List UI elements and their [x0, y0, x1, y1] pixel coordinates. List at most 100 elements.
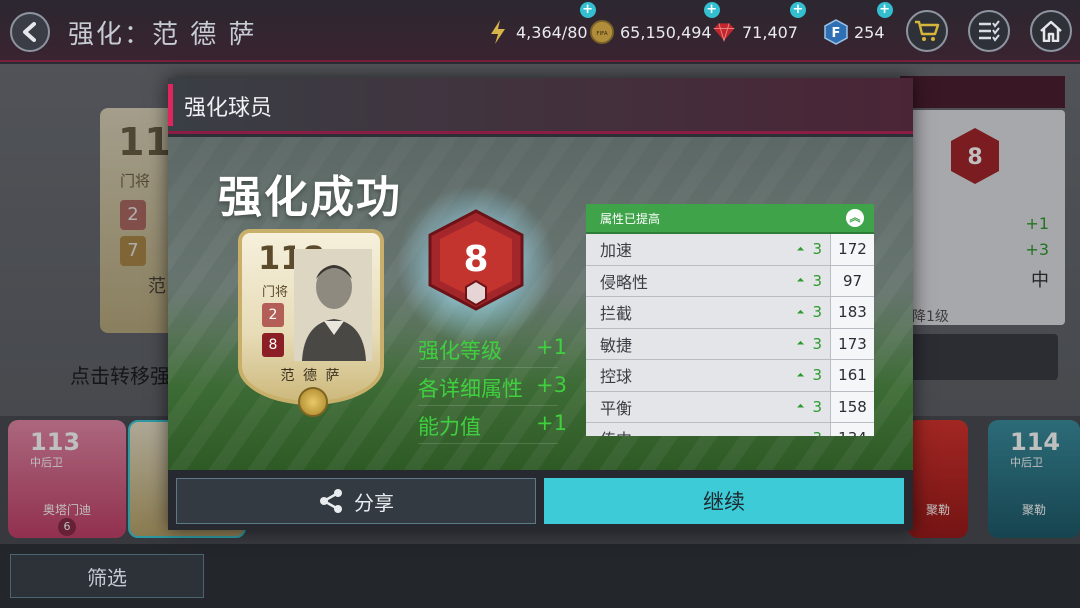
stat-label: 敏捷: [600, 335, 633, 355]
improved-stats-table[interactable]: 属性已提高 ︽ 加速 ⏶ 3 172 侵略性 ⏶ 3 97 拦截 ⏶ 3 183 敏捷 ⏶ 3 173 控球 ⏶ 3…: [586, 204, 874, 436]
stat-total: 172: [830, 234, 874, 265]
add-gems-button[interactable]: +: [789, 2, 806, 18]
svg-text:FIFA: FIFA: [596, 31, 607, 37]
stat-label: 拦截: [600, 304, 633, 324]
upgrade-label: 强化等级: [418, 339, 502, 363]
collapse-chevron-icon[interactable]: ︽: [846, 209, 864, 227]
fifa-points-icon: F: [824, 19, 848, 45]
upgrade-modal: 强化球员 强化成功 118 门将 2 8 范 德 萨 8 强化等级 +1 各详细…: [168, 78, 913, 530]
divider: [418, 405, 558, 406]
stat-increase-value: 3: [812, 240, 822, 259]
player-position: 门将: [262, 285, 289, 300]
stat-increase: ⏶3: [768, 366, 830, 384]
gems-counter[interactable]: 71,407 +: [712, 2, 806, 46]
stat-increase-value: 3: [812, 303, 822, 322]
increase-arrow-icon: ⏶: [796, 338, 805, 350]
stat-label: 平衡: [600, 398, 633, 418]
bottom-bar: 筛选: [0, 544, 1080, 608]
stat-label: 加速: [600, 241, 633, 261]
stat-increase: ⏶3: [768, 240, 830, 258]
stat-row: 传中⏶3134: [586, 423, 874, 436]
player-portrait: [294, 249, 372, 361]
stat-label: 传中: [586, 426, 768, 436]
rank-hexagon-icon: 8: [428, 209, 524, 311]
increase-arrow-icon: ⏶: [796, 433, 804, 436]
upgrade-value: +1: [536, 411, 567, 435]
modal-header: 强化球员: [168, 78, 913, 134]
top-bar: 强化：范 德 萨 4,364/80 + FIFA 65,150,494 + 71…: [0, 0, 1080, 62]
stat-label: 侵略性: [600, 272, 649, 292]
stat-increase: ⏶3: [768, 429, 830, 436]
fifa-points-value: 254: [854, 22, 885, 42]
svg-text:F: F: [832, 26, 841, 41]
add-fifa-points-button[interactable]: +: [876, 2, 893, 18]
energy-value: 4,364/80: [516, 22, 588, 42]
task-list-button[interactable]: [968, 10, 1010, 52]
player-name: 范 德 萨: [280, 368, 342, 384]
stat-total: 161: [830, 360, 874, 391]
upgrade-row: 强化等级 +1: [418, 335, 567, 365]
coin-icon: FIFA: [590, 20, 614, 44]
player-card: 118 门将 2 8 范 德 萨: [238, 229, 384, 417]
fifa-points-counter[interactable]: F 254 +: [824, 2, 893, 46]
stat-total: 97: [830, 265, 874, 296]
increase-arrow-icon: ⏶: [796, 275, 805, 287]
increase-arrow-icon: ⏶: [796, 369, 805, 381]
stat-total: 173: [830, 328, 874, 359]
upgrade-value: +1: [536, 335, 567, 359]
store-button[interactable]: [906, 10, 948, 52]
upgrade-row: 能力值 +1: [418, 411, 567, 441]
stat-row: 平衡 ⏶ 3 158: [586, 391, 874, 423]
stat-row: 控球 ⏶ 3 161: [586, 360, 874, 392]
coins-value: 65,150,494: [620, 22, 712, 42]
header-accent: [168, 84, 173, 126]
stat-row: 敏捷 ⏶ 3 173: [586, 328, 874, 360]
svg-text:8: 8: [463, 239, 488, 280]
lightning-icon: [486, 20, 510, 44]
modal-footer: 分享 继续: [168, 470, 913, 530]
stat-increase-value: 3: [812, 429, 822, 436]
increase-arrow-icon: ⏶: [796, 243, 805, 255]
modal-title: 强化球员: [184, 96, 273, 121]
stats-table-header: 属性已提高 ︽: [586, 204, 874, 234]
home-button[interactable]: [1030, 10, 1072, 52]
back-button[interactable]: [10, 12, 50, 52]
upgrade-label: 各详细属性: [418, 377, 523, 401]
stat-increase: ⏶3: [768, 303, 830, 321]
stats-table-body: 加速 ⏶ 3 172 侵略性 ⏶ 3 97 拦截 ⏶ 3 183 敏捷 ⏶ 3 173 控球 ⏶ 3 161 平衡 ⏶ 3 1…: [586, 234, 874, 436]
continue-button[interactable]: 继续: [544, 478, 904, 524]
stat-total: 183: [830, 297, 874, 328]
add-energy-button[interactable]: +: [579, 2, 596, 18]
increase-arrow-icon: ⏶: [796, 306, 805, 318]
upgrade-label: 能力值: [418, 415, 481, 439]
share-button[interactable]: 分享: [176, 478, 536, 524]
stat-increase-value: 3: [812, 271, 822, 290]
stat-row: 拦截 ⏶ 3 183: [586, 297, 874, 329]
gems-value: 71,407: [742, 22, 798, 42]
stat-total: 134: [830, 423, 874, 436]
stat-increase-value: 3: [812, 334, 822, 353]
stat-increase: ⏶3: [768, 272, 830, 290]
card-emblem-icon: [298, 387, 328, 417]
stats-header-label: 属性已提高: [600, 211, 661, 226]
filter-button[interactable]: 筛选: [10, 554, 204, 598]
share-icon: [320, 489, 342, 513]
divider: [418, 367, 558, 368]
upgrade-row: 各详细属性 +3: [418, 373, 567, 403]
stat-increase-value: 3: [812, 366, 822, 385]
increase-arrow-icon: ⏶: [796, 401, 805, 413]
checklist-icon: [979, 20, 1000, 42]
player-rank-badge: 8: [262, 333, 284, 357]
coins-counter[interactable]: FIFA 65,150,494 +: [590, 2, 720, 46]
stat-increase-value: 3: [812, 397, 822, 416]
stat-row: 加速 ⏶ 3 172: [586, 234, 874, 266]
stat-increase: ⏶3: [768, 398, 830, 416]
share-label: 分享: [354, 490, 394, 515]
energy-counter[interactable]: 4,364/80 +: [486, 2, 596, 46]
stat-total: 158: [830, 391, 874, 422]
page-title: 强化：范 德 萨: [68, 20, 257, 50]
add-coins-button[interactable]: +: [703, 2, 720, 18]
stat-label: 控球: [600, 367, 633, 387]
player-level-badge: 2: [262, 303, 284, 327]
cart-icon: [915, 20, 940, 41]
